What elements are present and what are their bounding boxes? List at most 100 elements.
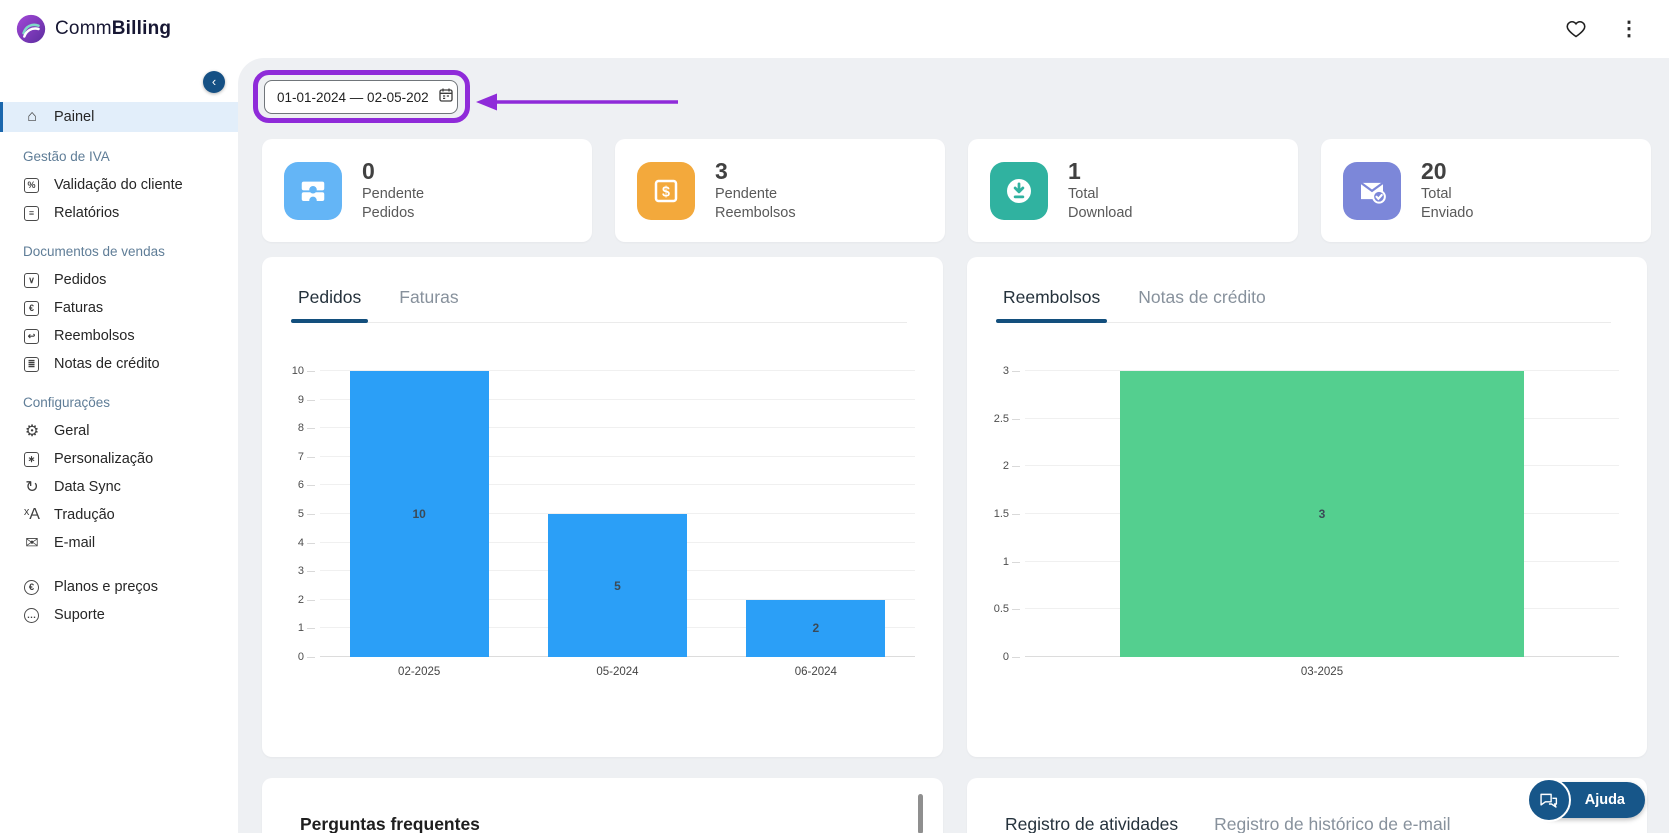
tab-registro-de-atividades[interactable]: Registro de atividades [1005,814,1178,833]
y-tick-label: 3 [1003,365,1009,377]
faq-title: Perguntas frequentes [300,814,943,833]
plot-area: 10 5 2 [320,371,915,657]
y-tick-label: 0.5 [994,603,1009,615]
support-chat-icon: … [24,608,39,623]
sidebar-item-label: Tradução [54,507,115,523]
stat-text: 1TotalDownload [1068,158,1133,223]
y-tick-label: 1 [298,622,304,634]
invoice-euro-icon: € [24,301,39,316]
sidebar-item-label: Relatórios [54,205,119,221]
stat-label-line1: Pendente [715,185,796,204]
orders-bar-chart: 012345678910 1052 02-202505-202406-2024 [262,323,943,678]
faq-card: Perguntas frequentes [262,778,943,833]
stat-card-pendente-pedidos: 0PendentePedidos [262,139,592,242]
sidebar-item-label: Personalização [54,451,153,467]
logo-icon [16,14,46,44]
stat-value: 1 [1068,158,1133,184]
sidebar-item-traducao[interactable]: ˣATradução [0,501,238,529]
sidebar-item-label: Geral [54,423,89,439]
document-percent-icon: % [24,178,39,193]
sidebar-item-notas-de-credito[interactable]: ≣Notas de crédito [0,350,238,378]
calendar-icon[interactable] [438,87,454,108]
sidebar-item-validacao-do-cliente[interactable]: % Validação do cliente [0,171,238,199]
bar-05-2024: 5 [548,514,687,657]
refunds-bar-chart: 00.511.522.53 3 03-2025 [967,323,1647,678]
stat-card-total-download: 1TotalDownload [968,139,1298,242]
sidebar-item-painel[interactable]: ⌂Painel [0,102,238,132]
stat-card-pendente-reembolsos: $3PendenteReembolsos [615,139,945,242]
sidebar-item-geral[interactable]: ⚙ Geral [0,417,238,445]
stat-label-line1: Total [1068,185,1133,204]
x-tick-label: 03-2025 [1025,666,1619,678]
x-tick-label: 02-2025 [320,666,518,678]
tab-registro-de-historico-de-e-mail[interactable]: Registro de histórico de e-mail [1214,814,1450,833]
sidebar-nav: ⌂PainelGestão de IVA% Validação do client… [0,58,238,629]
sidebar-item-planos-e-precos[interactable]: € Planos e preços [0,573,238,601]
dollar-square-icon: $ [637,162,695,220]
bar-value-label: 10 [412,507,425,521]
date-range-value: 01-01-2024 — 02-05-202 [277,90,429,105]
y-tick-label: 1 [1003,556,1009,568]
svg-text:$: $ [662,184,670,200]
tab-reembolsos[interactable]: Reembolsos [1003,287,1100,308]
header-actions: ⋮ [1565,18,1649,40]
bar-06-2024: 2 [746,600,885,657]
nav-section-header: Documentos de vendas [0,227,238,266]
refund-return-icon: ↩ [24,329,39,344]
stat-value: 3 [715,158,796,184]
stat-text: 0PendentePedidos [362,158,424,223]
sync-icon: ↻ [23,477,41,497]
favorites-heart-icon[interactable] [1565,18,1587,40]
stat-label-line2: Reembolsos [715,204,796,223]
sidebar-item-e-mail[interactable]: ✉E-mail [0,529,238,557]
date-range-input[interactable]: 01-01-2024 — 02-05-202 [264,80,458,114]
tab-faturas[interactable]: Faturas [399,287,458,308]
logo-text: CommBilling [55,18,171,40]
x-axis-labels: 02-202505-202406-2024 [320,666,915,678]
x-axis-labels: 03-2025 [1025,666,1619,678]
stats-row: 0PendentePedidos$3PendenteReembolsos1Tot… [262,139,1651,242]
sidebar-item-reembolsos[interactable]: ↩Reembolsos [0,322,238,350]
sidebar-item-data-sync[interactable]: ↻Data Sync [0,473,238,501]
customize-document-icon: ∗ [24,452,39,467]
sidebar-collapse-button[interactable]: ‹ [203,71,225,93]
nav-section-header: Configurações [0,378,238,417]
sidebar-item-personalizacao[interactable]: ∗ Personalização [0,445,238,473]
help-button-label: Ajuda [1585,792,1625,808]
bottom-row: Perguntas frequentes Registro de ativida… [262,778,1647,833]
sidebar-item-label: Validação do cliente [54,177,183,193]
sidebar-item-suporte[interactable]: …Suporte [0,601,238,629]
gear-icon: ⚙ [23,421,41,441]
chart-panels: PedidosFaturas 012345678910 1052 02-2025… [262,257,1647,757]
y-tick-label: 0 [1003,651,1009,663]
tab-pedidos[interactable]: Pedidos [298,287,361,308]
archive-tray-icon [284,162,342,220]
pricing-euro-icon: € [24,580,39,595]
faq-scrollbar[interactable] [918,794,923,833]
y-tick-label: 6 [298,479,304,491]
sidebar-item-pedidos[interactable]: ∨Pedidos [0,266,238,294]
plot-area: 3 [1025,371,1619,657]
tab-notas-de-credito[interactable]: Notas de crédito [1138,287,1265,308]
kebab-menu-icon[interactable]: ⋮ [1619,19,1639,39]
mail-check-icon [1343,162,1401,220]
nav-section-header: Gestão de IVA [0,132,238,171]
sidebar-item-label: Planos e preços [54,579,158,595]
sidebar-item-relatorios[interactable]: ≡Relatórios [0,199,238,227]
stat-value: 20 [1421,158,1473,184]
stat-value: 0 [362,158,424,184]
sidebar-item-faturas[interactable]: €Faturas [0,294,238,322]
bar-value-label: 3 [1319,507,1326,521]
sidebar-item-label: Painel [54,109,94,125]
orders-panel: PedidosFaturas 012345678910 1052 02-2025… [262,257,943,757]
help-button[interactable]: Ajuda [1537,782,1645,818]
refunds-panel: ReembolsosNotas de crédito 00.511.522.53… [967,257,1647,757]
top-bar: CommBilling ⋮ [0,0,1669,58]
stat-label-line1: Pendente [362,185,424,204]
credit-note-icon: ≣ [24,357,39,372]
y-tick-label: 7 [298,451,304,463]
y-axis: 012345678910 [262,371,320,657]
logo: CommBilling [16,14,171,44]
y-tick-label: 4 [298,537,304,549]
orders-panel-tabs: Pedidos Faturas [298,287,907,323]
